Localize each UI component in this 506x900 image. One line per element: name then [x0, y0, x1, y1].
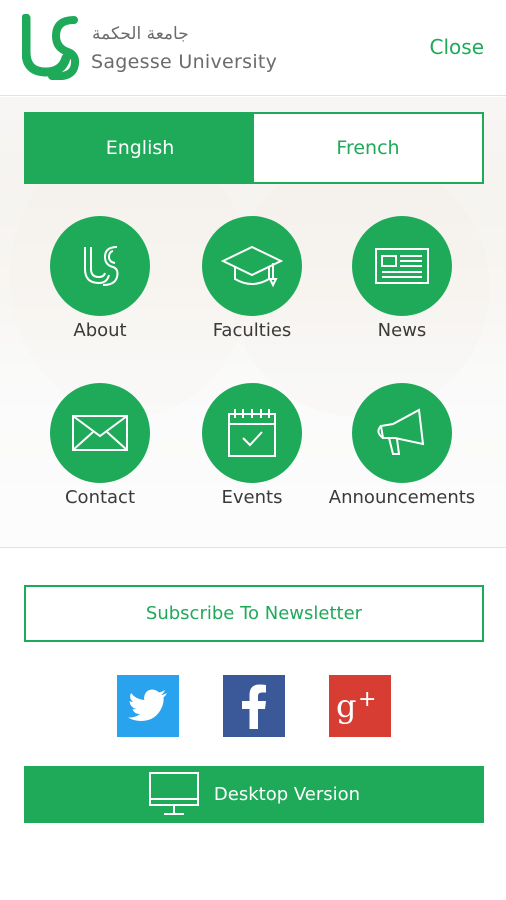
monitor-icon [148, 771, 199, 815]
desktop-version-button[interactable]: Desktop Version [24, 766, 484, 823]
university-arabic-name: جامعة الحكمة [92, 24, 189, 44]
app-header: جامعة الحكمة Sagesse University Close [0, 0, 506, 96]
twitter-button[interactable] [117, 675, 179, 737]
menu-item-label: News [377, 320, 427, 341]
announcements-circle [352, 383, 452, 483]
language-french-button[interactable]: French [254, 114, 482, 182]
about-circle [50, 216, 150, 316]
university-logo [22, 14, 80, 80]
menu-item-contact[interactable]: Contact [25, 383, 175, 523]
menu-item-announcements[interactable]: Announcements [327, 383, 477, 523]
close-button[interactable]: Close [430, 35, 484, 59]
menu-item-label: Contact [64, 487, 136, 508]
menu-item-faculties[interactable]: Faculties [177, 216, 327, 356]
graduation-cap-icon [221, 245, 283, 288]
menu-item-news[interactable]: News [327, 216, 477, 356]
facebook-icon [242, 684, 266, 729]
google-plus-button[interactable]: g + [329, 675, 391, 737]
menu-item-about[interactable]: About [25, 216, 175, 356]
subscribe-newsletter-button[interactable]: Subscribe To Newsletter [24, 585, 484, 642]
university-name: Sagesse University [91, 51, 278, 73]
google-plus-icon: g + [336, 687, 376, 725]
menu-item-label: Events [221, 487, 283, 508]
desktop-version-label: Desktop Version [213, 784, 361, 805]
news-circle [352, 216, 452, 316]
svg-text:g: g [336, 687, 356, 725]
us-logo-icon [84, 246, 119, 286]
menu-item-events[interactable]: Events [177, 383, 327, 523]
language-toggle: English French [24, 112, 484, 184]
svg-text:+: + [358, 687, 376, 712]
menu-item-label: About [73, 320, 127, 341]
faculties-circle [202, 216, 302, 316]
envelope-icon [72, 415, 128, 451]
megaphone-icon [377, 408, 425, 455]
facebook-button[interactable] [223, 675, 285, 737]
menu-item-label: Announcements [328, 487, 476, 508]
calendar-check-icon [228, 409, 276, 457]
events-circle [202, 383, 302, 483]
twitter-icon [128, 689, 167, 721]
newspaper-icon [375, 248, 429, 284]
language-english-button[interactable]: English [26, 114, 254, 182]
menu-item-label: Faculties [212, 320, 292, 341]
contact-circle [50, 383, 150, 483]
